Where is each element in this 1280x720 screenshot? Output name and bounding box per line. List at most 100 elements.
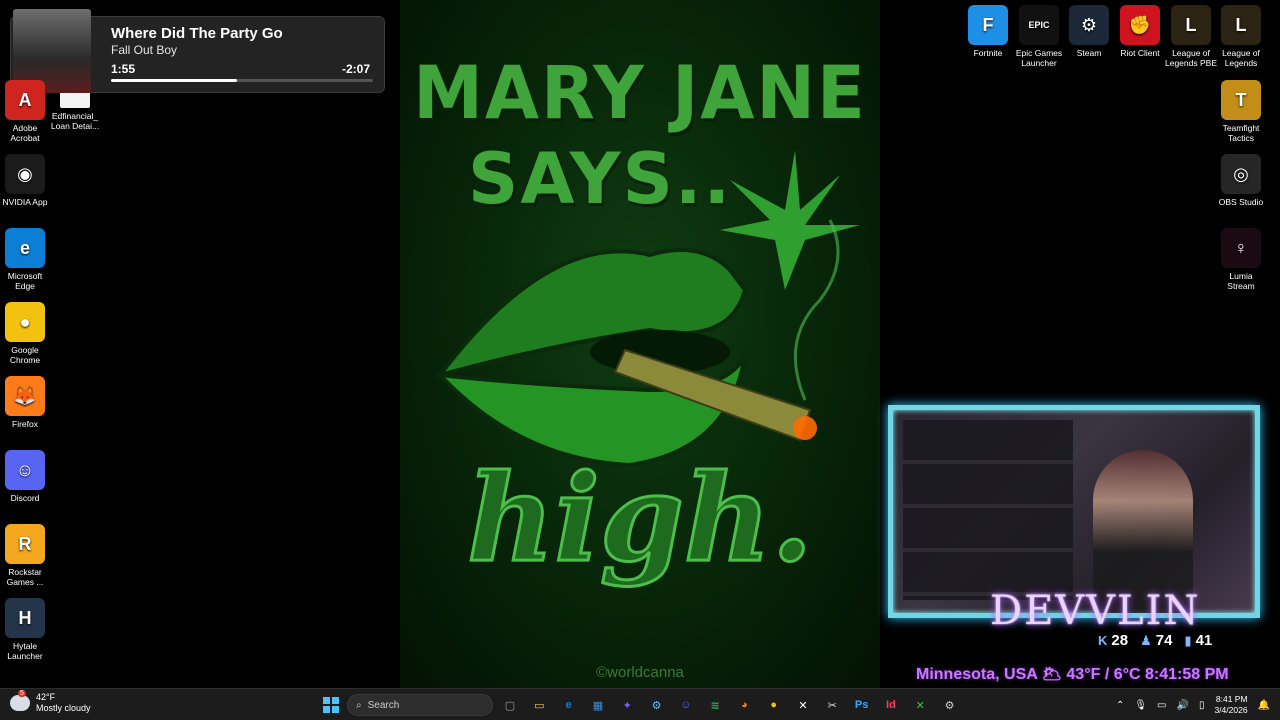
media-title: Where Did The Party Go xyxy=(111,25,283,42)
webcam-shelf xyxy=(903,420,1073,600)
desktop-icon-label: Fortnite xyxy=(973,48,1003,58)
media-elapsed: 1:55 xyxy=(111,62,136,76)
desktop-icon-steam[interactable]: ⚙ Steam xyxy=(1063,5,1115,58)
league-pbe-icon: L xyxy=(1171,5,1211,45)
settings-icon[interactable]: ⚙ xyxy=(939,694,961,716)
xbox-app-icon[interactable]: ✕ xyxy=(909,694,931,716)
desktop-icon-firefox[interactable]: 🦊 Firefox xyxy=(0,376,51,429)
tft-icon: T xyxy=(1221,80,1261,120)
battery-icon[interactable]: ▯ xyxy=(1199,700,1205,711)
chrome-icon: ● xyxy=(5,302,45,342)
person-icon: ♟ xyxy=(1140,632,1152,648)
desktop-icon-label: Steam xyxy=(1076,48,1102,58)
windows-icon xyxy=(323,697,339,713)
task-view-icon[interactable]: ▢ xyxy=(499,694,521,716)
spotify-icon[interactable]: ≋ xyxy=(704,694,726,716)
stream-stats: K 28 ♟ 74 ▮ 41 xyxy=(1098,632,1212,649)
nvidia-icon: ◉ xyxy=(5,154,45,194)
network-icon[interactable]: ▭ xyxy=(1157,700,1166,711)
desktop-icon-acrobat[interactable]: A Adobe Acrobat xyxy=(0,80,51,143)
taskbar-search[interactable]: ⌕ Search xyxy=(347,694,493,716)
clock-date: 3/4/2026 xyxy=(1214,705,1248,715)
weather-badge: 5 xyxy=(18,690,26,697)
search-placeholder: Search xyxy=(367,699,400,711)
desktop-icon-discord[interactable]: ☺ Discord xyxy=(0,450,51,503)
stream-location-weather: Minnesota, USA 🌥 43°F / 6°C 8:41:58 PM xyxy=(916,666,1229,683)
desktop-wallpaper: MARY JANE SAYS.. high. ©worldcanna xyxy=(400,0,880,688)
desktop-icon-league[interactable]: L League of Legends xyxy=(1215,5,1267,68)
lumia-icon: ♀ xyxy=(1221,228,1261,268)
desktop-icon-label: Rockstar Games ... xyxy=(6,567,44,587)
cloud-icon: 5 xyxy=(10,690,30,711)
file-explorer-icon[interactable]: ▭ xyxy=(528,694,550,716)
rockstar-icon: R xyxy=(5,524,45,564)
steam-taskbar-icon[interactable]: ⚙ xyxy=(646,694,668,716)
desktop-icon-label: OBS Studio xyxy=(1218,197,1264,207)
indesign-icon[interactable]: Id xyxy=(880,694,902,716)
weather-widget[interactable]: 5 42°F Mostly cloudy xyxy=(10,690,91,714)
desktop-icon-label: Lumia Stream xyxy=(1227,271,1255,291)
desktop-icon-lumia[interactable]: ♀ Lumia Stream xyxy=(1215,228,1267,291)
media-flyout[interactable]: Where Did The Party Go Fall Out Boy 1:55… xyxy=(10,9,385,93)
desktop-icon-label: Microsoft Edge xyxy=(7,271,43,291)
hytale-icon: H xyxy=(5,598,45,638)
media-progress-bar[interactable] xyxy=(111,79,373,82)
store-icon[interactable]: ▦ xyxy=(587,694,609,716)
streamer-name: DEVVLIN xyxy=(990,588,1201,634)
desktop-icon-label: Riot Client xyxy=(1120,48,1160,58)
microphone-icon[interactable]: 🎙 xyxy=(1134,700,1147,711)
notification-icon[interactable]: 🔔 xyxy=(1258,700,1270,711)
taskbar: 5 42°F Mostly cloudy ⌕ Search ▢ ▭ e ▦ ✦ ⚙ ☺ ≋ ◕ ●… xyxy=(0,688,1280,720)
desktop-icon-label: NVIDIA App xyxy=(2,197,48,207)
desktop-icon-label: League of Legends xyxy=(1222,48,1260,68)
desktop-icon-label: Hytale Launcher xyxy=(7,641,43,661)
clock[interactable]: 8:41 PM 3/4/2026 xyxy=(1214,694,1247,716)
clock-time: 8:41 PM xyxy=(1215,694,1248,704)
discord-taskbar-icon[interactable]: ☺ xyxy=(675,694,697,716)
stat-followers: ♟ 74 xyxy=(1140,632,1173,649)
bars-icon: ▮ xyxy=(1184,632,1192,648)
start-button[interactable] xyxy=(320,694,342,716)
wallpaper-credit: ©worldcanna xyxy=(596,664,684,681)
weather-desc: Mostly cloudy xyxy=(36,703,91,713)
acrobat-icon: A xyxy=(5,80,45,120)
photoshop-icon[interactable]: Ps xyxy=(851,694,873,716)
discord-icon: ☺ xyxy=(5,450,45,490)
volume-icon[interactable]: 🔊 xyxy=(1176,700,1188,711)
desktop-icon-obs[interactable]: ◎ OBS Studio xyxy=(1215,154,1267,207)
desktop-icon-riot[interactable]: ✊ Riot Client xyxy=(1114,5,1166,58)
desktop-icon-league-pbe[interactable]: L League of Legends PBE xyxy=(1165,5,1217,68)
desktop-icon-nvidia[interactable]: ◉ NVIDIA App xyxy=(0,154,51,207)
steam-icon: ⚙ xyxy=(1069,5,1109,45)
desktop-icon-epic-games[interactable]: EPIC Epic Games Launcher xyxy=(1013,5,1065,68)
edge-taskbar-icon[interactable]: e xyxy=(558,694,580,716)
chevron-up-icon[interactable]: ⌃ xyxy=(1116,700,1124,711)
desktop-icon-tft[interactable]: T Teamfight Tactics xyxy=(1215,80,1267,143)
stat-viewers: ▮ 41 xyxy=(1184,632,1213,649)
fortnite-icon: F xyxy=(968,5,1008,45)
firefox-taskbar-icon[interactable]: ◕ xyxy=(733,694,755,716)
league-icon: L xyxy=(1221,5,1261,45)
copilot-icon[interactable]: ✦ xyxy=(616,694,638,716)
media-progress-fill xyxy=(111,79,237,82)
desktop-icon-label: Teamfight Tactics xyxy=(1222,123,1260,143)
firefox-icon: 🦊 xyxy=(5,376,45,416)
desktop-icon-edge[interactable]: e Microsoft Edge xyxy=(0,228,51,291)
media-remaining: -2:07 xyxy=(341,62,370,76)
chrome-taskbar-icon[interactable]: ● xyxy=(763,694,785,716)
desktop-icon-label: Epic Games Launcher xyxy=(1015,48,1063,68)
desktop-icon-fortnite[interactable]: F Fortnite xyxy=(962,5,1014,58)
xbox-icon[interactable]: ✕ xyxy=(792,694,814,716)
desktop-icon-label: Edfinancial_ Loan Detai... xyxy=(50,111,100,131)
desktop-icon-rockstar[interactable]: R Rockstar Games ... xyxy=(0,524,51,587)
snipping-icon[interactable]: ✂ xyxy=(821,694,843,716)
kick-icon: K xyxy=(1098,633,1108,648)
desktop-icon-chrome[interactable]: ● Google Chrome xyxy=(0,302,51,365)
desktop-icon-label: Discord xyxy=(10,493,40,503)
search-icon: ⌕ xyxy=(356,699,362,711)
stat-kick: K 28 xyxy=(1098,632,1129,649)
system-tray: ⌃ 🎙 ▭ 🔊 ▯ 8:41 PM 3/4/2026 🔔 xyxy=(1116,689,1270,720)
desktop-icon-label: Adobe Acrobat xyxy=(10,123,40,143)
desktop-icon-hytale[interactable]: H Hytale Launcher xyxy=(0,598,51,661)
desktop-icon-label: Firefox xyxy=(12,419,38,429)
